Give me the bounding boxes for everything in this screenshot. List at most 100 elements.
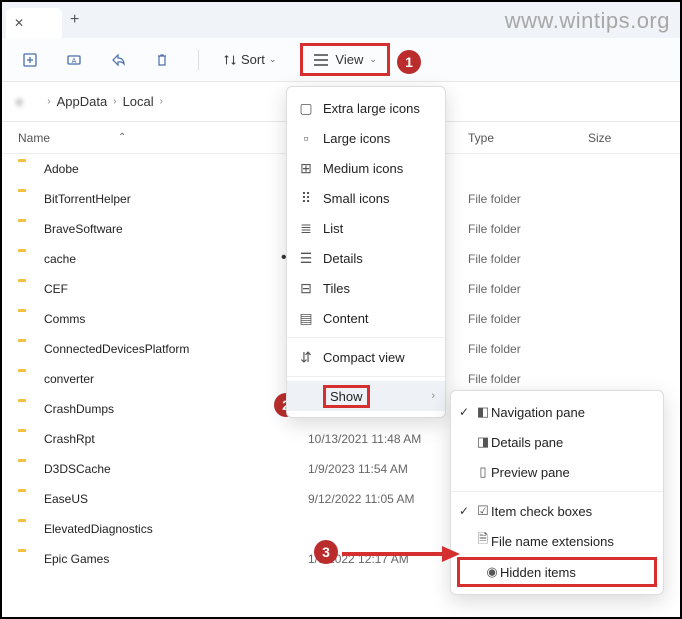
folder-icon [18, 522, 36, 536]
file-name: Comms [44, 312, 308, 326]
pane-icon: ◨ [475, 434, 491, 450]
menu-large-icons[interactable]: ▫Large icons [287, 123, 445, 153]
delete-icon[interactable] [150, 48, 174, 72]
sort-button[interactable]: Sort ⌄ [223, 52, 276, 67]
menu-compact-view[interactable]: ⇵Compact view [287, 342, 445, 372]
file-name: CrashRpt [44, 432, 308, 446]
column-name[interactable]: Name ⌃ [18, 131, 308, 145]
toolbar-separator [198, 50, 199, 70]
svg-text:A: A [72, 58, 77, 65]
menu-preview-pane[interactable]: ▯Preview pane [451, 457, 663, 487]
rename-icon[interactable]: A [62, 48, 86, 72]
file-name: ConnectedDevicesPlatform [44, 342, 308, 356]
toolbar: A Sort ⌄ View ⌄ [2, 38, 680, 82]
content-icon: ▤ [297, 310, 315, 327]
folder-icon [18, 402, 36, 416]
list-icon: ≣ [297, 220, 315, 237]
folder-icon [18, 372, 36, 386]
new-tab-button[interactable]: + [70, 11, 79, 29]
menu-divider [451, 491, 663, 492]
compact-icon: ⇵ [297, 349, 315, 366]
menu-file-extensions[interactable]: 🗎File name extensions [451, 526, 663, 556]
file-name: BraveSoftware [44, 222, 308, 236]
file-type: File folder [468, 282, 588, 296]
new-icon[interactable] [18, 48, 42, 72]
file-type: File folder [468, 252, 588, 266]
folder-icon [18, 492, 36, 506]
folder-icon [18, 462, 36, 476]
annotation-arrow [342, 542, 462, 566]
chevron-down-icon: ⌄ [369, 54, 377, 65]
checkbox-icon: ☑ [475, 503, 491, 519]
pane-icon: ▯ [475, 464, 491, 480]
menu-content[interactable]: ▤Content [287, 303, 445, 333]
menu-tiles[interactable]: ⊟Tiles [287, 273, 445, 303]
menu-medium-icons[interactable]: ⊞Medium icons [287, 153, 445, 183]
breadcrumb-local[interactable]: Local [123, 94, 154, 109]
menu-extra-large-icons[interactable]: ▢Extra large icons [287, 93, 445, 123]
file-type: File folder [468, 342, 588, 356]
column-size[interactable]: Size [588, 131, 664, 145]
file-name: EaseUS [44, 492, 308, 506]
file-name: cache [44, 252, 308, 266]
file-icon: 🗎 [475, 530, 491, 552]
square-icon: ▢ [297, 100, 315, 117]
menu-list[interactable]: ≣List [287, 213, 445, 243]
watermark-text: www.wintips.org [505, 8, 670, 34]
details-icon: ☰ [297, 250, 315, 267]
file-type: File folder [468, 372, 588, 386]
folder-icon [18, 282, 36, 296]
eye-icon: ◉ [484, 564, 500, 580]
menu-show[interactable]: Show › [287, 381, 445, 411]
chevron-right-icon: › [160, 96, 163, 107]
menu-small-icons[interactable]: ⠿Small icons [287, 183, 445, 213]
file-name: Adobe [44, 162, 308, 176]
file-name: CrashDumps [44, 402, 308, 416]
folder-icon [18, 252, 36, 266]
menu-item-checkboxes[interactable]: ✓☑Item check boxes [451, 496, 663, 526]
file-type: File folder [468, 312, 588, 326]
file-name: D3DSCache [44, 462, 308, 476]
column-type[interactable]: Type [468, 131, 588, 145]
sort-asc-icon: ⌃ [118, 132, 126, 143]
menu-divider [287, 376, 445, 377]
chevron-down-icon: ⌄ [269, 54, 277, 65]
active-tab[interactable]: ✕ [6, 8, 62, 38]
tiles-icon: ⊟ [297, 280, 315, 297]
folder-icon [18, 222, 36, 236]
breadcrumb-ellipsis[interactable]: e [16, 94, 41, 109]
menu-navigation-pane[interactable]: ✓◧Navigation pane [451, 397, 663, 427]
folder-icon [18, 192, 36, 206]
menu-details[interactable]: •☰Details [287, 243, 445, 273]
menu-details-pane[interactable]: ◨Details pane [451, 427, 663, 457]
small-grid-icon: ⠿ [297, 190, 315, 207]
square-icon: ▫ [297, 130, 315, 146]
share-icon[interactable] [106, 48, 130, 72]
folder-icon [18, 432, 36, 446]
file-type: File folder [468, 222, 588, 236]
file-date: 10/13/2021 11:48 AM [308, 432, 468, 446]
folder-icon [18, 312, 36, 326]
breadcrumb-appdata[interactable]: AppData [57, 94, 108, 109]
folder-icon [18, 552, 36, 566]
chevron-right-icon: › [431, 390, 435, 402]
annotation-badge-1: 1 [397, 50, 421, 74]
chevron-right-icon: › [47, 96, 50, 107]
file-name: BitTorrentHelper [44, 192, 308, 206]
check-icon: ✓ [459, 504, 469, 518]
file-date: 1/9/2023 11:54 AM [308, 462, 468, 476]
folder-icon [18, 162, 36, 176]
file-name: converter [44, 372, 308, 386]
view-button[interactable]: View ⌄ [300, 43, 390, 76]
check-icon: ✓ [459, 405, 469, 419]
menu-divider [287, 337, 445, 338]
menu-hidden-items[interactable]: ◉Hidden items [457, 557, 657, 587]
file-name: CEF [44, 282, 308, 296]
folder-icon [18, 342, 36, 356]
selected-bullet-icon: • [281, 249, 287, 267]
show-submenu: ✓◧Navigation pane ◨Details pane ▯Preview… [450, 390, 664, 595]
tab-close-icon[interactable]: ✕ [14, 16, 24, 30]
sort-label: Sort [241, 52, 265, 67]
view-label: View [335, 52, 363, 67]
pane-icon: ◧ [475, 404, 491, 420]
